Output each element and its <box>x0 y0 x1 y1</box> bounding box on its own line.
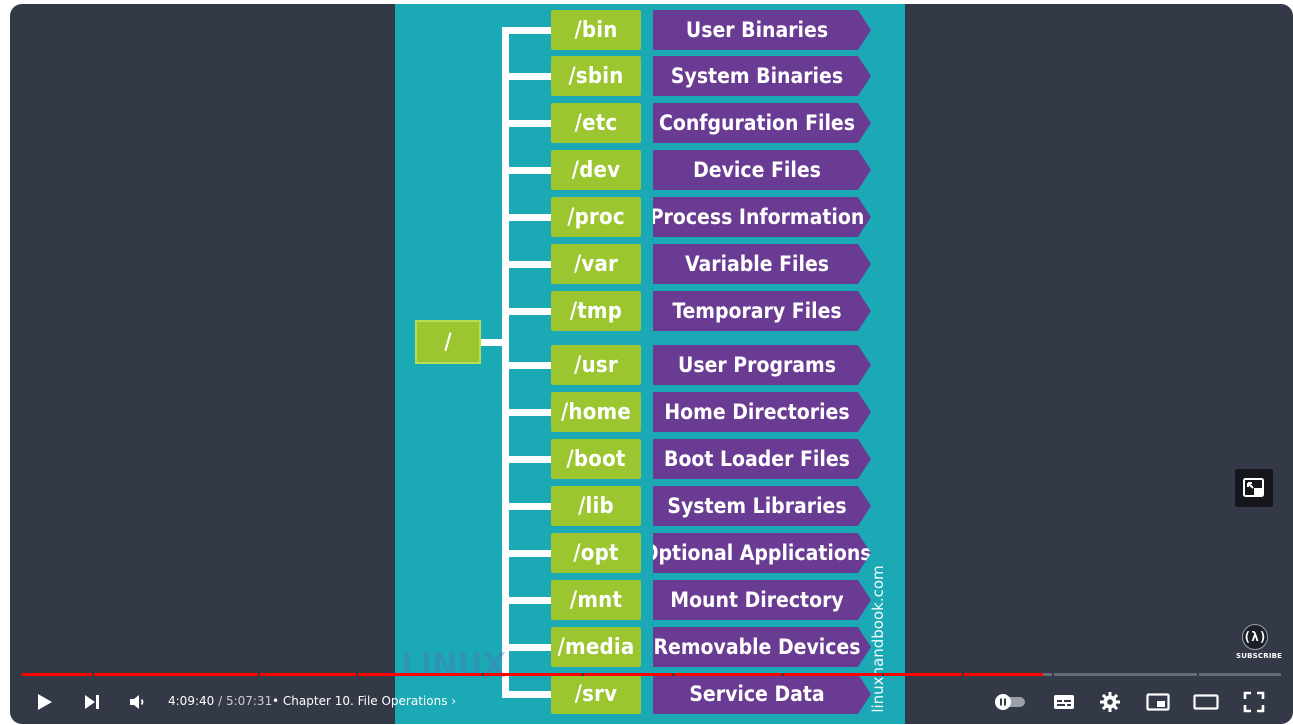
chapter-marker <box>482 673 484 676</box>
video-frame[interactable]: / /bin User Binaries/sbin System Binaries /… <box>395 4 905 724</box>
chapter-marker <box>882 673 884 676</box>
directory-label: /mnt <box>551 580 641 620</box>
progress-bar[interactable] <box>22 673 1281 676</box>
tree-branch <box>502 308 552 315</box>
next-icon <box>85 695 99 709</box>
chapter-marker <box>258 673 260 676</box>
root-directory-box: / <box>415 320 481 364</box>
tree-branch <box>502 503 552 510</box>
gear-icon <box>1100 692 1120 712</box>
tree-branch <box>502 214 552 221</box>
pip-expand-icon <box>1243 478 1264 497</box>
volume-icon <box>130 695 144 709</box>
directory-description: Boot Loader Files <box>653 439 871 479</box>
chapter-marker <box>962 673 964 676</box>
current-time: 4:09:40 <box>168 694 215 708</box>
chapter-marker <box>582 673 584 676</box>
directory-label: /usr <box>551 345 641 385</box>
tree-branch <box>502 456 552 463</box>
tree-branch <box>502 167 552 174</box>
channel-logo-icon: (λ) <box>1242 624 1268 650</box>
directory-description: Temporary Files <box>653 291 871 331</box>
chapter-marker <box>672 673 674 676</box>
subscribe-label: SUBSCRIBE <box>1236 652 1283 660</box>
pip-expand-button[interactable] <box>1235 469 1273 507</box>
directory-label: /proc <box>551 197 641 237</box>
tree-branch <box>502 120 552 127</box>
directory-description: System Libraries <box>653 486 871 526</box>
subscribe-watermark[interactable]: (λ) SUBSCRIBE <box>1236 624 1283 662</box>
tree-branch <box>502 550 552 557</box>
chapter-title-button[interactable]: • Chapter 10. File Operations › <box>272 694 456 708</box>
fullscreen-icon <box>1243 691 1265 713</box>
directory-description: Confguration Files <box>653 103 871 143</box>
tree-branch <box>502 261 552 268</box>
directory-description: User Programs <box>653 345 871 385</box>
directory-label: /home <box>551 392 641 432</box>
directory-description: System Binaries <box>653 56 871 96</box>
chevron-right-icon: › <box>451 694 457 708</box>
directory-description: Removable Devices <box>653 627 871 667</box>
directory-description: Home Directories <box>653 392 871 432</box>
subtitles-button[interactable] <box>1046 685 1082 719</box>
miniplayer-button[interactable] <box>1140 685 1176 719</box>
miniplayer-icon <box>1146 693 1170 711</box>
time-display: 4:09:40 / 5:07:31 <box>168 694 272 708</box>
theater-mode-icon <box>1193 694 1219 710</box>
tree-branch <box>502 597 552 604</box>
play-button[interactable] <box>26 685 62 719</box>
subtitles-icon <box>1054 695 1074 709</box>
next-button[interactable] <box>74 685 110 719</box>
tree-branch <box>502 27 552 34</box>
progress-played <box>22 673 1044 676</box>
player-controls: 4:09:40 / 5:07:31 • Chapter 10. File Ope… <box>10 680 1293 724</box>
directory-label: /var <box>551 244 641 284</box>
directory-label: /etc <box>551 103 641 143</box>
directory-label: /media <box>551 627 641 667</box>
duration: 5:07:31 <box>225 694 273 708</box>
directory-label: /opt <box>551 533 641 573</box>
directory-description: Optional Applications <box>653 533 871 573</box>
directory-description: Mount Directory <box>653 580 871 620</box>
autoplay-toggle-icon <box>995 694 1025 710</box>
mute-button[interactable] <box>120 685 156 719</box>
directory-description: Process Information <box>653 197 871 237</box>
tree-branch <box>502 362 552 369</box>
directory-label: /dev <box>551 150 641 190</box>
autoplay-toggle[interactable] <box>992 685 1028 719</box>
fullscreen-button[interactable] <box>1236 685 1272 719</box>
chapter-marker <box>356 673 358 676</box>
directory-label: /lib <box>551 486 641 526</box>
directory-label: /tmp <box>551 291 641 331</box>
directory-label: /bin <box>551 10 641 50</box>
theater-mode-button[interactable] <box>1188 685 1224 719</box>
chapter-title: Chapter 10. File Operations <box>282 694 448 708</box>
directory-label: /sbin <box>551 56 641 96</box>
video-player[interactable]: / /bin User Binaries/sbin System Binaries /… <box>10 4 1293 724</box>
tree-branch <box>502 409 552 416</box>
directory-label: /boot <box>551 439 641 479</box>
chapter-marker <box>782 673 784 676</box>
settings-button[interactable] <box>1092 685 1128 719</box>
tree-branch <box>502 73 552 80</box>
tree-branch <box>502 644 552 651</box>
chapter-marker <box>1197 673 1199 676</box>
directory-description: User Binaries <box>653 10 871 50</box>
play-icon <box>38 694 52 710</box>
directory-description: Variable Files <box>653 244 871 284</box>
directory-description: Device Files <box>653 150 871 190</box>
chapter-marker <box>1052 673 1054 676</box>
time-separator: / <box>214 694 226 708</box>
chapter-dot: • <box>272 694 280 708</box>
chapter-marker <box>92 673 94 676</box>
